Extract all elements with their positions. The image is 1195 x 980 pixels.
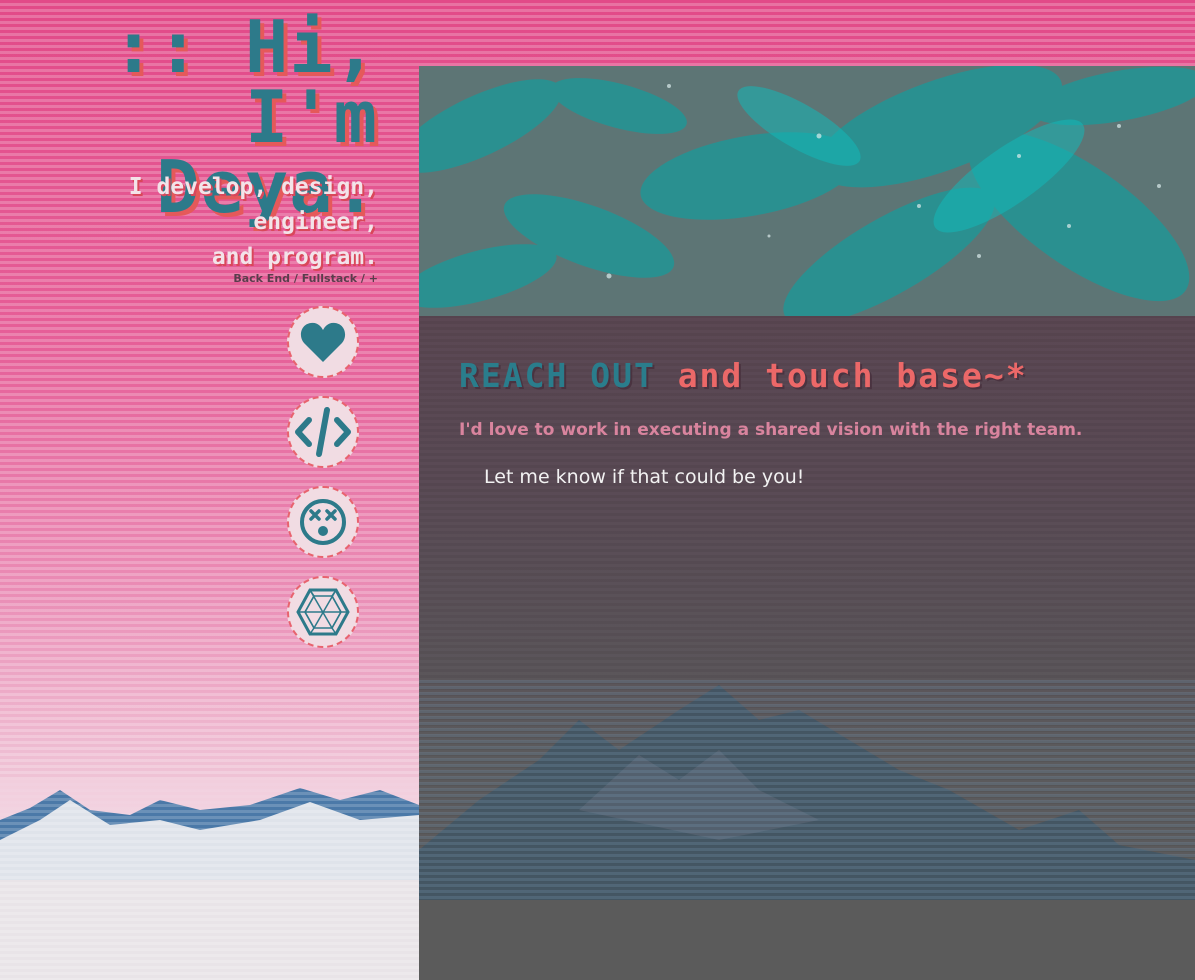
mountains-right-illustration bbox=[419, 680, 1195, 980]
contact-body: Let me know if that could be you! bbox=[484, 466, 805, 488]
sidebar: :: Hi, I'm Deya. I develop, design, engi… bbox=[0, 0, 419, 980]
hero-subtag: Back End / Fullstack / + bbox=[233, 272, 378, 285]
tagline-line2: engineer, bbox=[253, 209, 378, 235]
hexagon-cube-icon bbox=[296, 588, 350, 636]
contact-heading: REACH OUT and touch base~* bbox=[459, 356, 1028, 395]
hero-tagline: I develop, design, engineer, and program… bbox=[0, 170, 378, 275]
mountains-left-illustration bbox=[0, 780, 419, 980]
tagline-line1: I develop, design, bbox=[128, 174, 378, 200]
contact-heading-accent: REACH OUT bbox=[459, 356, 656, 395]
heart-icon bbox=[300, 322, 346, 362]
contact-subheading: I'd love to work in executing a shared v… bbox=[459, 420, 1083, 440]
heart-button[interactable] bbox=[287, 306, 359, 378]
tagline-line3: and program. bbox=[211, 244, 378, 270]
hero-title-line1: :: Hi, bbox=[111, 5, 378, 89]
leaves-banner-image bbox=[419, 66, 1195, 316]
contact-heading-rest: and touch base~* bbox=[677, 356, 1028, 395]
dizzy-button[interactable] bbox=[287, 486, 359, 558]
dizzy-face-icon bbox=[300, 499, 346, 545]
code-icon bbox=[295, 407, 351, 457]
code-button[interactable] bbox=[287, 396, 359, 468]
hexagon-button[interactable] bbox=[287, 576, 359, 648]
contact-panel: REACH OUT and touch base~* I'd love to w… bbox=[419, 66, 1195, 980]
